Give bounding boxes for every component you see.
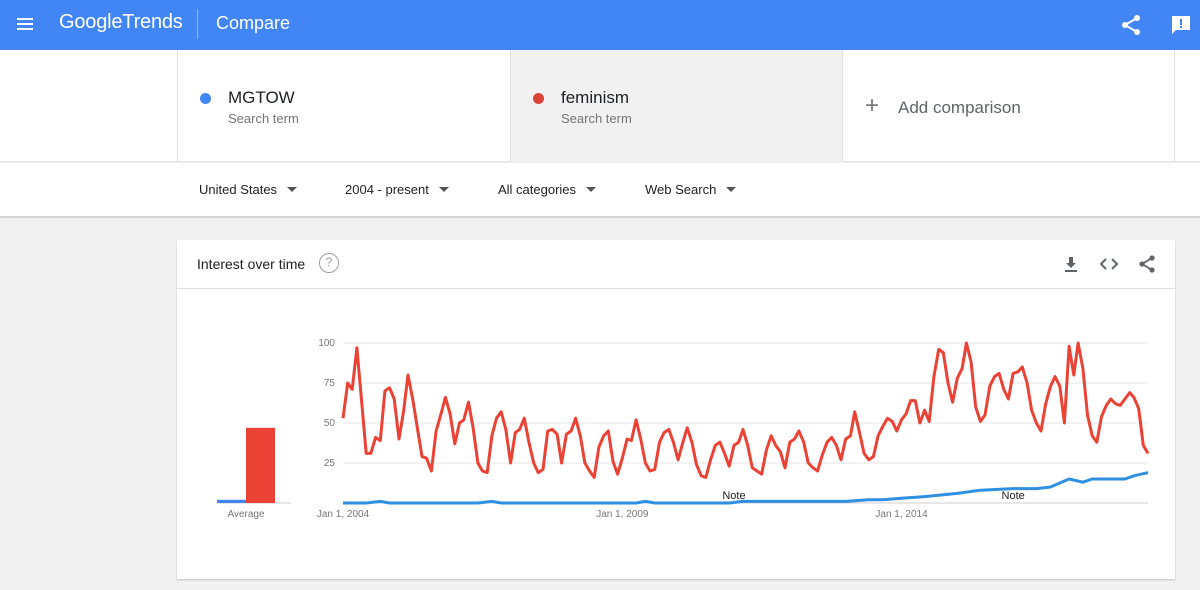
search-type-label: Web Search: [645, 182, 717, 197]
add-comparison-button[interactable]: + Add comparison: [842, 50, 1175, 162]
x-tick-label: Jan 1, 2014: [875, 509, 928, 520]
y-tick-label: 25: [324, 458, 336, 469]
x-tick-label: Jan 1, 2009: [596, 509, 649, 520]
compare-terms-row: MGTOW Search term feminism Search term +…: [0, 50, 1200, 162]
dropdown-arrow-icon: [726, 187, 737, 193]
term-color-dot: [533, 93, 544, 104]
plus-icon: +: [865, 92, 880, 119]
term-type: Search term: [228, 111, 299, 126]
y-tick-label: 50: [324, 418, 336, 429]
average-bar-feminism[interactable]: [246, 427, 275, 503]
note-marker[interactable]: Note: [722, 490, 745, 502]
category-label: All categories: [498, 182, 577, 197]
header-divider: [197, 9, 198, 39]
google-trends-logo[interactable]: GoogleTrends: [59, 11, 183, 34]
x-tick-label: Jan 1, 2004: [317, 509, 370, 520]
average-label: Average: [227, 509, 265, 520]
feedback-icon[interactable]: [1169, 13, 1193, 37]
average-bar-mgtow[interactable]: [217, 499, 246, 503]
x-axis-ticks: Jan 1, 2004 Jan 1, 2009 Jan 1, 2014: [317, 509, 928, 520]
add-comparison-label: Add comparison: [898, 98, 1021, 117]
interest-over-time-chart[interactable]: 25 50 75 100 Average Jan 1, 2004 Jan 1, 2009…: [177, 240, 1175, 579]
category-dropdown[interactable]: All categories: [498, 182, 597, 197]
y-tick-label: 100: [318, 338, 335, 349]
time-range-label: 2004 - present: [345, 182, 429, 197]
term-name: feminism: [561, 88, 630, 107]
term-name: MGTOW: [228, 88, 295, 107]
series-line-feminism[interactable]: [341, 341, 1150, 479]
chart-gridlines: 25 50 75 100: [318, 338, 1148, 504]
search-type-dropdown[interactable]: Web Search: [645, 182, 737, 197]
menu-icon[interactable]: [12, 12, 38, 38]
average-bars: Average: [217, 427, 291, 520]
top-app-bar: GoogleTrends Compare: [0, 0, 1200, 50]
filter-bar: United States 2004 - present All categor…: [0, 163, 1200, 218]
logo-trends-text: Trends: [122, 11, 183, 33]
term-card-mgtow[interactable]: MGTOW Search term: [177, 50, 510, 162]
y-tick-label: 75: [324, 378, 336, 389]
dropdown-arrow-icon: [586, 187, 597, 193]
term-card-feminism[interactable]: feminism Search term: [510, 50, 842, 162]
term-type: Search term: [561, 111, 632, 126]
dropdown-arrow-icon: [438, 187, 449, 193]
time-range-dropdown[interactable]: 2004 - present: [345, 182, 449, 197]
logo-google-text: Google: [59, 11, 123, 33]
region-label: United States: [199, 182, 278, 197]
page-title: Compare: [216, 13, 291, 33]
note-marker[interactable]: Note: [1002, 490, 1025, 502]
dropdown-arrow-icon: [287, 187, 298, 193]
term-color-dot: [200, 93, 211, 104]
region-dropdown[interactable]: United States: [199, 182, 298, 197]
interest-over-time-card: Interest over time ? 25 50 75 100 Average J…: [177, 240, 1175, 579]
share-icon[interactable]: [1119, 13, 1143, 37]
